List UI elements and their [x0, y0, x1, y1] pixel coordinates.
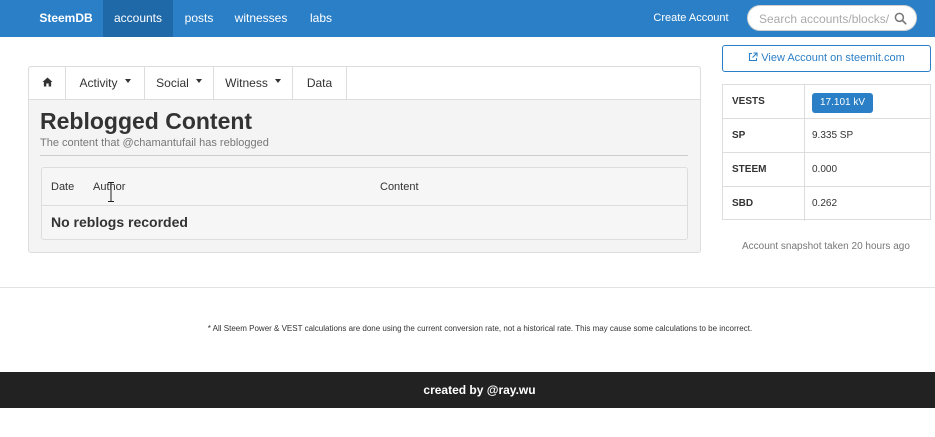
column-header-date[interactable]: Date — [51, 181, 74, 193]
tab-activity[interactable]: Activity — [66, 67, 145, 100]
content-panel: Activity Social Witness Data Reblogged C… — [28, 66, 701, 253]
stat-separator — [804, 119, 805, 152]
stat-value: 0.000 — [812, 164, 838, 175]
top-navbar: SteemDB accounts posts witnesses labs Cr… — [0, 0, 935, 37]
tab-witness[interactable]: Witness — [214, 67, 293, 100]
tab-home[interactable] — [29, 67, 66, 100]
tab-data[interactable]: Data — [293, 67, 347, 100]
view-on-steemit-button[interactable]: View Account on steemit.com — [722, 45, 931, 72]
snapshot-note: Account snapshot taken 20 hours ago — [742, 241, 910, 252]
tab-activity-label: Activity — [79, 76, 118, 90]
empty-state-message: No reblogs recorded — [51, 214, 188, 230]
stat-value: 9.335 SP — [812, 130, 854, 141]
reblogs-table: Date Author Content No reblogs recorded — [41, 167, 688, 240]
account-stats-table: VESTS 17.101 kV SP 9.335 SP STEEM 0.000 … — [722, 84, 931, 221]
footer-bar: created by @ray.wu — [0, 372, 935, 408]
footer-credit[interactable]: created by @ray.wu — [423, 383, 535, 397]
home-icon — [42, 77, 52, 87]
caret-down-icon — [124, 78, 131, 83]
tab-data-label: Data — [306, 76, 333, 90]
vests-badge: 17.101 kV — [812, 93, 874, 113]
table-divider — [42, 205, 687, 206]
divider — [40, 155, 688, 156]
nav-accounts[interactable]: accounts — [103, 0, 173, 37]
brand-link[interactable]: SteemDB — [30, 0, 102, 37]
stat-separator — [804, 153, 805, 186]
stat-row-sbd: SBD 0.262 — [723, 187, 930, 221]
page-title: Reblogged Content — [40, 108, 253, 134]
external-link-icon — [749, 52, 758, 62]
stat-label: STEEM — [732, 164, 767, 175]
tab-bar: Activity Social Witness Data — [29, 67, 700, 100]
stat-value: 0.262 — [812, 198, 838, 209]
stat-separator — [804, 85, 805, 118]
stat-separator — [804, 187, 805, 221]
tab-social[interactable]: Social — [145, 67, 214, 100]
tab-social-label: Social — [156, 76, 189, 90]
text-cursor-icon — [108, 182, 114, 202]
stat-label: SBD — [732, 198, 754, 209]
disclaimer-text: * All Steem Power & VEST calculations ar… — [207, 324, 753, 333]
caret-down-icon — [274, 78, 281, 83]
nav-posts[interactable]: posts — [173, 0, 225, 37]
page-subtitle: The content that @chamantufail has reblo… — [40, 137, 269, 149]
nav-witnesses[interactable]: witnesses — [225, 0, 297, 37]
stat-row-vests: VESTS 17.101 kV — [723, 85, 930, 119]
stat-label: VESTS — [732, 96, 765, 107]
stat-row-steem: STEEM 0.000 — [723, 153, 930, 187]
stat-label: SP — [732, 130, 746, 141]
create-account-link[interactable]: Create Account — [650, 0, 732, 37]
search-icon[interactable] — [894, 12, 907, 25]
nav-labs[interactable]: labs — [298, 0, 344, 37]
caret-down-icon — [195, 78, 202, 83]
search-box — [747, 5, 917, 31]
search-input[interactable] — [759, 11, 889, 27]
tab-witness-label: Witness — [225, 76, 268, 90]
column-header-content[interactable]: Content — [380, 181, 419, 193]
footer-divider — [0, 287, 935, 288]
view-button-label: View Account on steemit.com — [761, 52, 905, 64]
stat-row-sp: SP 9.335 SP — [723, 119, 930, 153]
